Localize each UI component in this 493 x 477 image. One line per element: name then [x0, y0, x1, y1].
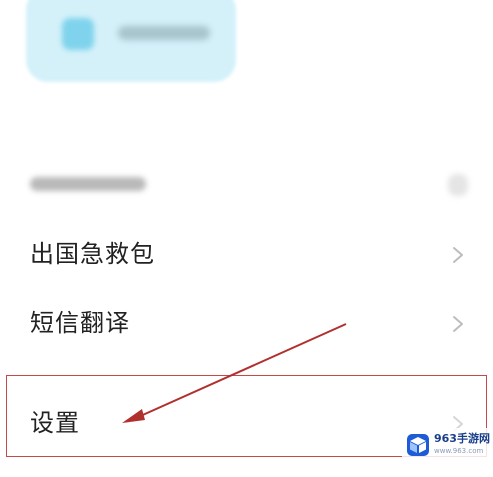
- watermark-name: 963手游网: [434, 432, 490, 445]
- chevron-right-icon: [453, 247, 463, 263]
- menu-item-label: 设置: [30, 409, 80, 437]
- watermark: 963手游网 www.963.com: [402, 428, 490, 464]
- watermark-logo-icon: [407, 434, 429, 456]
- blurred-menu-row[interactable]: [0, 164, 493, 204]
- menu-item-label: 出国急救包: [30, 240, 155, 268]
- menu-item-emergency-kit[interactable]: 出国急救包: [0, 226, 493, 282]
- menu-item-label: 短信翻译: [30, 309, 130, 337]
- blurred-card-label: [118, 26, 210, 40]
- blurred-chevron-icon: [448, 174, 468, 196]
- menu-item-sms-translate[interactable]: 短信翻译: [0, 295, 493, 351]
- chevron-right-icon: [453, 316, 463, 332]
- watermark-url: www.963.com: [434, 447, 484, 455]
- blurred-card-icon: [62, 18, 94, 50]
- blurred-profile-card[interactable]: [26, 0, 236, 82]
- blurred-row-label: [30, 177, 146, 191]
